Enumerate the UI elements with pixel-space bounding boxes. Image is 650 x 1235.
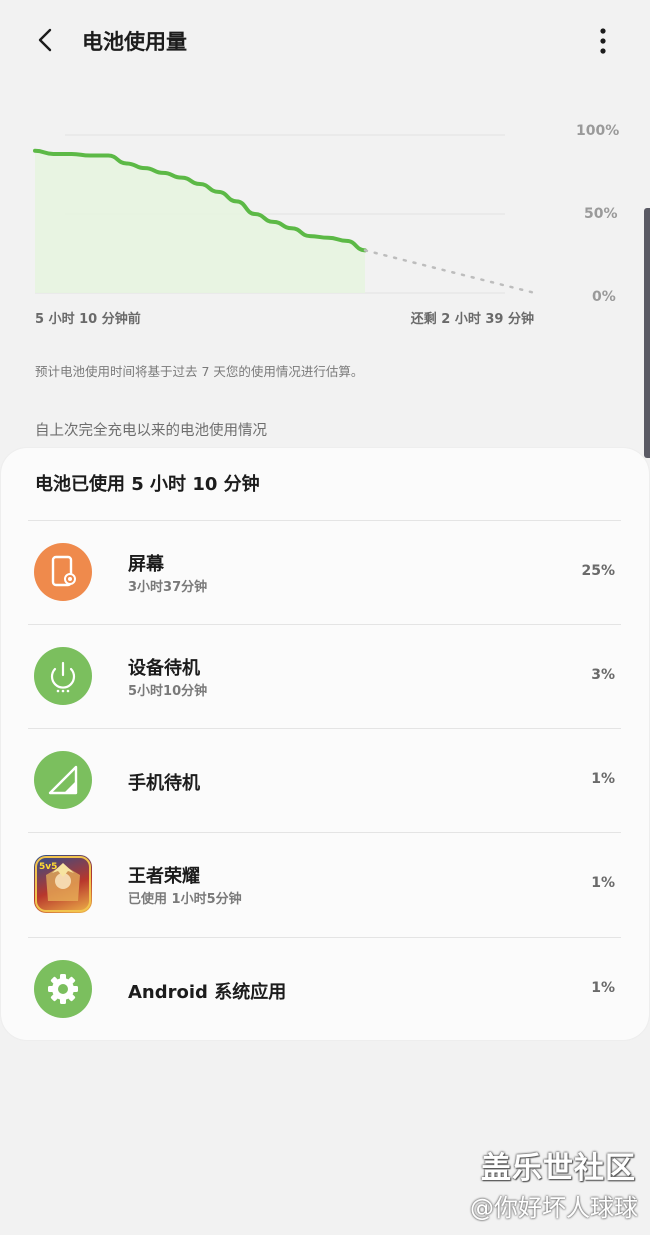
usage-row-game[interactable]: 5v5 王者荣耀 已使用 1小时5分钟 1% [0,833,650,937]
usage-percent: 25% [581,563,615,579]
estimate-note: 预计电池使用时间将基于过去 7 天您的使用情况进行估算。 [35,364,364,379]
usage-duration: 5小时10分钟 [128,684,208,699]
y-label-50: 50% [584,206,618,222]
back-button[interactable] [28,22,64,58]
scrollbar[interactable] [644,208,650,458]
usage-duration: 3小时37分钟 [128,580,208,595]
y-label-0: 0% [592,289,616,305]
usage-percent: 3% [591,667,615,683]
power-icon [34,647,92,705]
start-time-label: 5 小时 10 分钟前 [35,312,141,327]
battery-chart: 100% 50% 0% 5 小时 10 分钟前 还剩 2 小时 39 分钟 [0,110,650,340]
usage-percent: 1% [591,875,615,891]
more-options-button[interactable] [588,22,618,60]
gear-icon [34,960,92,1018]
watermark-user: @你好坏人球球 [470,1194,638,1222]
usage-name: 王者荣耀 [128,866,200,887]
usage-row-screen[interactable]: 屏幕 3小时37分钟 25% [0,521,650,625]
usage-name: 屏幕 [128,554,164,575]
usage-duration: 已使用 1小时5分钟 [128,892,242,907]
watermark-community: 盖乐世社区 [481,1151,636,1186]
game-app-icon: 5v5 [34,855,92,913]
usage-name: 设备待机 [128,658,200,679]
projection-line [363,249,537,295]
remaining-time-label: 还剩 2 小时 39 分钟 [410,312,534,327]
battery-chart-svg [33,134,537,295]
section-label: 自上次完全充电以来的电池使用情况 [35,423,267,439]
usage-row-android-system[interactable]: Android 系统应用 1% [0,938,650,1042]
page-title: 电池使用量 [82,30,187,54]
svg-text:5v5: 5v5 [39,862,57,872]
usage-name: Android 系统应用 [128,982,287,1003]
signal-icon [34,751,92,809]
battery-area [35,150,365,293]
usage-percent: 1% [591,771,615,787]
usage-row-phone-idle[interactable]: 手机待机 1% [0,729,650,833]
usage-name: 手机待机 [128,773,200,794]
app-bar: 电池使用量 [0,0,650,82]
usage-total: 电池已使用 5 小时 10 分钟 [35,474,260,495]
usage-percent: 1% [591,980,615,996]
y-label-100: 100% [576,123,620,139]
back-arrow-icon [38,28,52,52]
screen-icon [34,543,92,601]
more-vert-icon [600,28,606,54]
usage-row-device-idle[interactable]: 设备待机 5小时10分钟 3% [0,625,650,729]
